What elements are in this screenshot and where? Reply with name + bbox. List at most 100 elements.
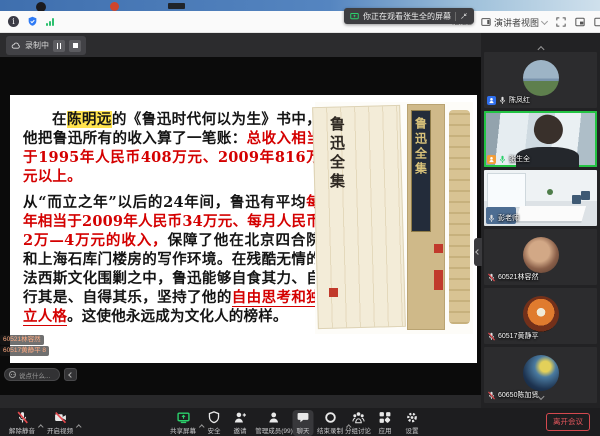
participant-label: 张生全	[487, 154, 530, 164]
participant-label: 60650陈加贤	[487, 390, 538, 400]
stop-record-button[interactable]: 结束录制	[317, 411, 343, 435]
participant-label: 彭老师	[487, 213, 519, 223]
desktop-app-icon	[36, 2, 46, 11]
participant-name: 60521林容然	[498, 272, 538, 282]
meeting-titlebar: i 42:22 演讲者视图	[0, 11, 600, 33]
chat-button[interactable]: 聊天	[293, 410, 314, 436]
chevron-up-icon[interactable]	[200, 415, 204, 433]
breakout-icon	[352, 411, 365, 424]
participant-tile[interactable]: 张生全	[484, 111, 597, 167]
toolbar-label: 安全	[208, 425, 221, 435]
pause-recording-button[interactable]	[53, 40, 65, 52]
slide-paragraph-2: 从“而立之年”以后的24年间，鲁迅有平均每年相当于2009年人民币34万元、每月…	[23, 193, 321, 326]
invite-icon	[234, 411, 247, 424]
meeting-info-icon[interactable]: i	[8, 16, 19, 27]
participant-tile[interactable]: 60517黄静平	[484, 288, 597, 344]
quick-chat-input[interactable]: 说点什么...	[4, 368, 60, 381]
participant-tile[interactable]: 陈凤红	[484, 52, 597, 108]
book-title-vertical: 鲁迅全集	[413, 117, 430, 231]
stage-bottom-strip	[0, 395, 481, 408]
more-participants-button[interactable]	[538, 386, 543, 404]
record-icon	[324, 411, 337, 424]
toolbar-label: 设置	[406, 425, 419, 435]
toolbar-label: 结束录制	[317, 425, 343, 435]
stop-recording-button[interactable]	[69, 40, 81, 52]
chevron-up-icon[interactable]	[77, 415, 81, 433]
slide-text: 在陈明远的《鲁迅时代何以为生》书中，他把鲁迅所有的收入算了一笔账：总收入相当于1…	[23, 110, 321, 326]
security-shield-icon[interactable]	[27, 16, 38, 27]
view-label: 演讲者视图	[494, 16, 539, 29]
chevron-down-icon	[541, 17, 548, 24]
breakout-button[interactable]: 分组讨论	[345, 411, 371, 435]
divider	[455, 12, 456, 21]
mic-status-icon	[498, 155, 507, 164]
share-banner[interactable]: 你正在观看张生全的屏幕	[344, 8, 474, 24]
recording-label: 录制中	[25, 40, 49, 51]
meeting-main: 录制中 在陈明远的《鲁迅时代何以为生》书中，他把鲁迅所有的收入算了一笔账：总收入…	[0, 33, 600, 408]
participants-sidebar: 陈凤红 张生全 彭老师 60521林容然 60517黄静平 60650陈加贤	[481, 33, 600, 408]
toolbar-label: 邀请	[234, 425, 247, 435]
participant-tile[interactable]: 彭老师	[484, 170, 597, 226]
slide-text-span: 从“而立之年”以后的24年间，鲁迅有平均	[23, 194, 306, 211]
participant-name: 60650陈加贤	[498, 390, 538, 400]
toolbar-label: 管理成员(99)	[255, 425, 293, 435]
sidebar-toggle-handle[interactable]	[474, 238, 482, 266]
rolled-scroll	[449, 110, 470, 324]
chevron-up-icon[interactable]	[39, 415, 43, 433]
book-title-vertical: 鲁迅全集	[327, 116, 348, 192]
chat-overlay-chip: 60517黄静平 8	[0, 346, 49, 356]
recording-indicator: 录制中	[6, 36, 86, 55]
red-seal	[434, 270, 443, 290]
toolbar-label: 应用	[379, 425, 392, 435]
emoji-icon[interactable]	[9, 371, 16, 378]
layout-view-button[interactable]: 演讲者视图	[481, 16, 547, 29]
start-video-button[interactable]: 开启视频	[47, 411, 73, 435]
slide-paragraph-1: 在陈明远的《鲁迅时代何以为生》书中，他把鲁迅所有的收入算了一笔账：总收入相当于1…	[23, 110, 321, 186]
settings-icon	[406, 411, 419, 424]
share-banner-text: 你正在观看张生全的屏幕	[363, 11, 451, 22]
red-seal	[329, 288, 338, 297]
meeting-toolbar: 离开会议 解除静音 开启视频 共享屏幕安全 邀请管理成员(99) 聊天结束录制分组讨论应…	[0, 408, 600, 436]
slide-text-span: 在	[52, 111, 67, 128]
presentation-slide: 在陈明远的《鲁迅时代何以为生》书中，他把鲁迅所有的收入算了一笔账：总收入相当于1…	[10, 95, 477, 363]
members-button[interactable]: 管理成员(99)	[255, 411, 293, 435]
mic-status-icon	[487, 214, 496, 223]
toolbar-label: 聊天	[297, 425, 310, 435]
mic-muted-icon	[16, 411, 29, 424]
security-button[interactable]: 安全	[208, 411, 221, 435]
participant-name: 陈凤红	[509, 95, 530, 105]
chat-collapse-button[interactable]	[64, 368, 77, 381]
stage-top-strip: 录制中	[0, 33, 481, 57]
avatar	[523, 296, 559, 332]
unmute-button[interactable]: 解除静音	[9, 411, 35, 435]
invite-button[interactable]: 邀请	[234, 411, 247, 435]
participant-name: 彭老师	[498, 213, 519, 223]
toolbar-label: 开启视频	[47, 425, 73, 435]
participant-label: 陈凤红	[487, 95, 530, 105]
toolbar-label: 解除静音	[9, 425, 35, 435]
screen-share-icon	[350, 12, 359, 21]
desktop-app-icon	[110, 2, 119, 11]
participant-tile[interactable]: 60521林容然	[484, 229, 597, 285]
network-signal-icon[interactable]	[46, 17, 54, 26]
screen-share-icon	[177, 411, 190, 424]
share-screen-button[interactable]: 共享屏幕	[170, 411, 196, 435]
leave-meeting-button[interactable]: 离开会议	[546, 413, 590, 431]
fullscreen-button[interactable]	[556, 17, 566, 27]
shrink-banner-icon[interactable]	[460, 12, 468, 20]
members-icon	[268, 411, 281, 424]
role-badge-icon	[487, 155, 496, 164]
float-window-button[interactable]	[575, 17, 585, 27]
slide-text-span: 陈明远	[67, 111, 112, 128]
participant-name: 张生全	[509, 154, 530, 164]
settings-button[interactable]: 设置	[406, 411, 419, 435]
participant-name: 60517黄静平	[498, 331, 538, 341]
apps-button[interactable]: 应用	[379, 411, 392, 435]
role-badge-icon	[487, 96, 496, 105]
wallpaper-strip	[0, 0, 600, 11]
more-icon[interactable]	[594, 17, 600, 27]
desktop-app-icon	[168, 3, 185, 9]
mic-status-icon	[498, 96, 507, 105]
avatar	[523, 237, 559, 273]
toolbar-label: 分组讨论	[345, 425, 371, 435]
